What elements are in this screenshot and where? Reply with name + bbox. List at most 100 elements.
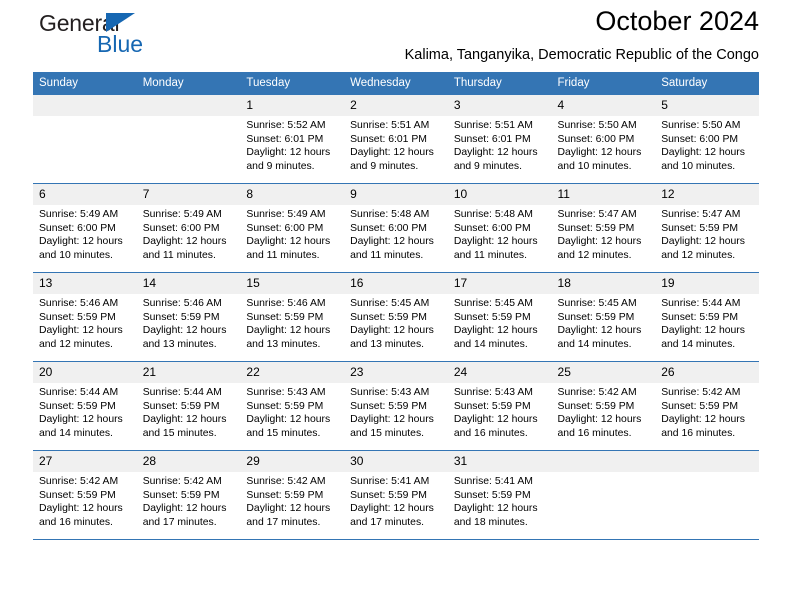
calendar-day-cell[interactable]: 13 Sunrise: 5:46 AM Sunset: 5:59 PM Dayligh… [33, 272, 137, 362]
weekday-header-row: Sunday Monday Tuesday Wednesday Thursday… [33, 72, 759, 95]
day-number: 15 [240, 273, 345, 294]
day-number [33, 95, 137, 116]
sunrise-text: Sunrise: 5:42 AM [142, 476, 222, 487]
sunrise-text: Sunrise: 5:51 AM [350, 120, 430, 131]
sunrise-text: Sunrise: 5:47 AM [661, 209, 741, 220]
day-number: 19 [655, 273, 759, 294]
day-number: 1 [240, 95, 345, 116]
day-number [655, 451, 759, 472]
calendar-day-cell[interactable]: 11 Sunrise: 5:47 AM Sunset: 5:59 PM Dayligh… [551, 183, 656, 273]
daylight-text: Daylight: 12 hours and 15 minutes. [350, 414, 434, 439]
day-sun-info: Sunrise: 5:41 AM Sunset: 5:59 PM Daylight:… [448, 472, 552, 529]
sunset-text: Sunset: 5:59 PM [39, 400, 116, 412]
daylight-text: Daylight: 12 hours and 13 minutes. [246, 325, 331, 350]
day-sun-info: Sunrise: 5:46 AM Sunset: 5:59 PM Daylight:… [137, 294, 241, 351]
sunrise-text: Sunrise: 5:42 AM [246, 476, 326, 487]
sunrise-text: Sunrise: 5:43 AM [350, 387, 430, 398]
daylight-text: Daylight: 12 hours and 15 minutes. [246, 414, 331, 439]
daylight-text: Daylight: 12 hours and 11 minutes. [453, 236, 538, 261]
calendar-day-cell[interactable]: 5 Sunrise: 5:50 AM Sunset: 6:00 PM Daylight… [655, 95, 759, 184]
day-number: 22 [240, 362, 345, 383]
weekday-header-tuesday: Tuesday [240, 72, 345, 95]
calendar-day-cell[interactable]: 21 Sunrise: 5:44 AM Sunset: 5:59 PM Dayligh… [136, 361, 241, 451]
daylight-text: Daylight: 12 hours and 14 minutes. [557, 325, 642, 350]
calendar-day-cell[interactable]: 8 Sunrise: 5:49 AM Sunset: 6:00 PM Daylight… [240, 183, 345, 273]
calendar-day-cell-empty [136, 95, 241, 184]
sunrise-text: Sunrise: 5:50 AM [557, 120, 637, 131]
day-sun-info: Sunrise: 5:46 AM Sunset: 5:59 PM Daylight:… [240, 294, 344, 351]
calendar-day-cell[interactable]: 6 Sunrise: 5:49 AM Sunset: 6:00 PM Daylight… [33, 183, 137, 273]
calendar-day-cell[interactable]: 7 Sunrise: 5:49 AM Sunset: 6:00 PM Daylight… [136, 183, 241, 273]
calendar-day-cell[interactable]: 3 Sunrise: 5:51 AM Sunset: 6:01 PM Daylight… [447, 95, 552, 184]
day-sun-info: Sunrise: 5:44 AM Sunset: 5:59 PM Daylight:… [137, 383, 241, 440]
calendar-day-cell[interactable]: 17 Sunrise: 5:45 AM Sunset: 5:59 PM Dayligh… [447, 272, 552, 362]
calendar-day-cell[interactable]: 23 Sunrise: 5:43 AM Sunset: 5:59 PM Dayligh… [344, 361, 448, 451]
day-number: 18 [551, 273, 656, 294]
daylight-text: Daylight: 12 hours and 12 minutes. [557, 236, 642, 261]
sunset-text: Sunset: 6:00 PM [350, 222, 427, 234]
calendar-day-cell[interactable]: 20 Sunrise: 5:44 AM Sunset: 5:59 PM Dayligh… [33, 361, 137, 451]
calendar-day-cell[interactable]: 22 Sunrise: 5:43 AM Sunset: 5:59 PM Dayligh… [240, 361, 345, 451]
sunset-text: Sunset: 5:59 PM [453, 489, 531, 501]
calendar-day-cell[interactable]: 10 Sunrise: 5:48 AM Sunset: 6:00 PM Dayligh… [447, 183, 552, 273]
sunrise-text: Sunrise: 5:42 AM [557, 387, 637, 398]
calendar-day-cell[interactable]: 26 Sunrise: 5:42 AM Sunset: 5:59 PM Dayligh… [655, 361, 759, 451]
sunset-text: Sunset: 5:59 PM [453, 400, 531, 412]
day-sun-info: Sunrise: 5:50 AM Sunset: 6:00 PM Daylight:… [655, 116, 759, 173]
sunset-text: Sunset: 5:59 PM [246, 311, 324, 323]
day-number: 10 [447, 184, 552, 205]
sunset-text: Sunset: 5:59 PM [350, 489, 427, 501]
sunset-text: Sunset: 5:59 PM [557, 400, 635, 412]
daylight-text: Daylight: 12 hours and 14 minutes. [453, 325, 538, 350]
day-number: 26 [655, 362, 759, 383]
day-sun-info: Sunrise: 5:47 AM Sunset: 5:59 PM Daylight:… [552, 205, 656, 262]
sunset-text: Sunset: 5:59 PM [142, 311, 220, 323]
day-number: 28 [136, 451, 241, 472]
day-sun-info: Sunrise: 5:43 AM Sunset: 5:59 PM Daylight:… [344, 383, 448, 440]
day-number: 3 [447, 95, 552, 116]
calendar-day-cell-empty [655, 450, 759, 540]
calendar-day-cell[interactable]: 15 Sunrise: 5:46 AM Sunset: 5:59 PM Dayligh… [240, 272, 345, 362]
calendar-day-cell[interactable]: 9 Sunrise: 5:48 AM Sunset: 6:00 PM Daylight… [344, 183, 448, 273]
calendar-day-cell[interactable]: 14 Sunrise: 5:46 AM Sunset: 5:59 PM Dayligh… [136, 272, 241, 362]
day-number: 24 [447, 362, 552, 383]
weekday-header-saturday: Saturday [655, 72, 759, 95]
calendar-day-cell[interactable]: 4 Sunrise: 5:50 AM Sunset: 6:00 PM Daylight… [551, 95, 656, 184]
weekday-header-thursday: Thursday [447, 72, 552, 95]
day-number: 4 [551, 95, 656, 116]
day-sun-info: Sunrise: 5:44 AM Sunset: 5:59 PM Daylight:… [33, 383, 137, 440]
daylight-text: Daylight: 12 hours and 17 minutes. [142, 503, 227, 528]
calendar-day-cell[interactable]: 18 Sunrise: 5:45 AM Sunset: 5:59 PM Dayligh… [551, 272, 656, 362]
calendar-day-cell[interactable]: 31 Sunrise: 5:41 AM Sunset: 5:59 PM Dayligh… [447, 450, 552, 540]
day-number: 27 [33, 451, 137, 472]
calendar-day-cell[interactable]: 27 Sunrise: 5:42 AM Sunset: 5:59 PM Dayligh… [33, 450, 137, 540]
calendar-day-cell[interactable]: 19 Sunrise: 5:44 AM Sunset: 5:59 PM Dayligh… [655, 272, 759, 362]
sunset-text: Sunset: 5:59 PM [142, 400, 220, 412]
calendar-day-cell[interactable]: 12 Sunrise: 5:47 AM Sunset: 5:59 PM Dayligh… [655, 183, 759, 273]
logo-triangle-icon [106, 13, 135, 32]
daylight-text: Daylight: 12 hours and 12 minutes. [661, 236, 745, 261]
calendar-day-cell[interactable]: 25 Sunrise: 5:42 AM Sunset: 5:59 PM Dayligh… [551, 361, 656, 451]
calendar-day-cell[interactable]: 29 Sunrise: 5:42 AM Sunset: 5:59 PM Dayligh… [240, 450, 345, 540]
day-sun-info: Sunrise: 5:51 AM Sunset: 6:01 PM Daylight:… [344, 116, 448, 173]
day-number: 9 [344, 184, 448, 205]
day-sun-info: Sunrise: 5:42 AM Sunset: 5:59 PM Daylight:… [552, 383, 656, 440]
calendar-day-cell[interactable]: 24 Sunrise: 5:43 AM Sunset: 5:59 PM Dayligh… [447, 361, 552, 451]
calendar-day-cell[interactable]: 1 Sunrise: 5:52 AM Sunset: 6:01 PM Daylight… [240, 95, 345, 184]
logo-text-blue: Blue [97, 31, 144, 57]
sunrise-text: Sunrise: 5:49 AM [246, 209, 326, 220]
day-sun-info: Sunrise: 5:42 AM Sunset: 5:59 PM Daylight:… [655, 383, 759, 440]
day-number: 13 [33, 273, 137, 294]
sunset-text: Sunset: 6:00 PM [557, 133, 635, 145]
calendar-day-cell[interactable]: 16 Sunrise: 5:45 AM Sunset: 5:59 PM Dayligh… [344, 272, 448, 362]
day-number: 7 [136, 184, 241, 205]
calendar-day-cell[interactable]: 30 Sunrise: 5:41 AM Sunset: 5:59 PM Dayligh… [344, 450, 448, 540]
calendar-day-cell[interactable]: 28 Sunrise: 5:42 AM Sunset: 5:59 PM Dayligh… [136, 450, 241, 540]
daylight-text: Daylight: 12 hours and 14 minutes. [661, 325, 745, 350]
sunrise-text: Sunrise: 5:47 AM [557, 209, 637, 220]
calendar-day-cell-empty [33, 95, 137, 184]
day-number: 31 [447, 451, 552, 472]
calendar-day-cell[interactable]: 2 Sunrise: 5:51 AM Sunset: 6:01 PM Daylight… [344, 95, 448, 184]
daylight-text: Daylight: 12 hours and 16 minutes. [557, 414, 642, 439]
sunrise-text: Sunrise: 5:44 AM [142, 387, 222, 398]
